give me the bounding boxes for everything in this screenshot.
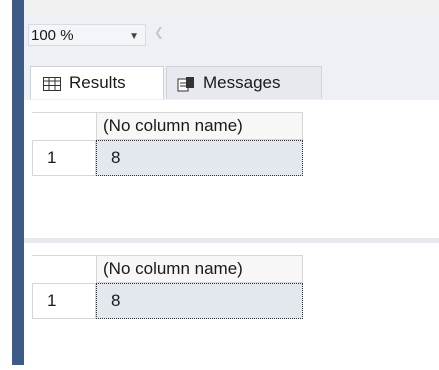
column-header[interactable]: (No column name) [96, 112, 303, 140]
top-strip [24, 0, 439, 16]
tab-messages[interactable]: Messages [166, 66, 322, 99]
results-tabs: Results Messages [24, 52, 439, 100]
tab-results-label: Results [69, 73, 126, 92]
result-cell[interactable]: 8 [96, 140, 303, 176]
result-grid-1: (No column name) 1 8 [24, 100, 439, 238]
scroll-left-icon[interactable]: ❮ [154, 25, 164, 39]
grid-icon [43, 76, 61, 91]
chevron-down-icon[interactable]: ▼ [129, 27, 139, 47]
zoom-dropdown[interactable]: 100 % ▼ [28, 24, 146, 46]
row-number[interactable]: 1 [32, 140, 96, 176]
result-cell[interactable]: 8 [96, 283, 303, 319]
grid-corner [32, 112, 96, 140]
tab-messages-label: Messages [203, 73, 281, 92]
editor-gutter-bar [12, 0, 24, 365]
zoom-toolbar: 100 % ▼ ❮ [24, 16, 439, 52]
grid-corner [32, 255, 96, 283]
column-header[interactable]: (No column name) [96, 255, 303, 283]
zoom-value: 100 % [31, 27, 74, 44]
tab-results[interactable]: Results [30, 66, 164, 99]
messages-icon [177, 76, 195, 92]
result-grid-2: (No column name) 1 8 [24, 238, 439, 370]
row-number[interactable]: 1 [32, 283, 96, 319]
